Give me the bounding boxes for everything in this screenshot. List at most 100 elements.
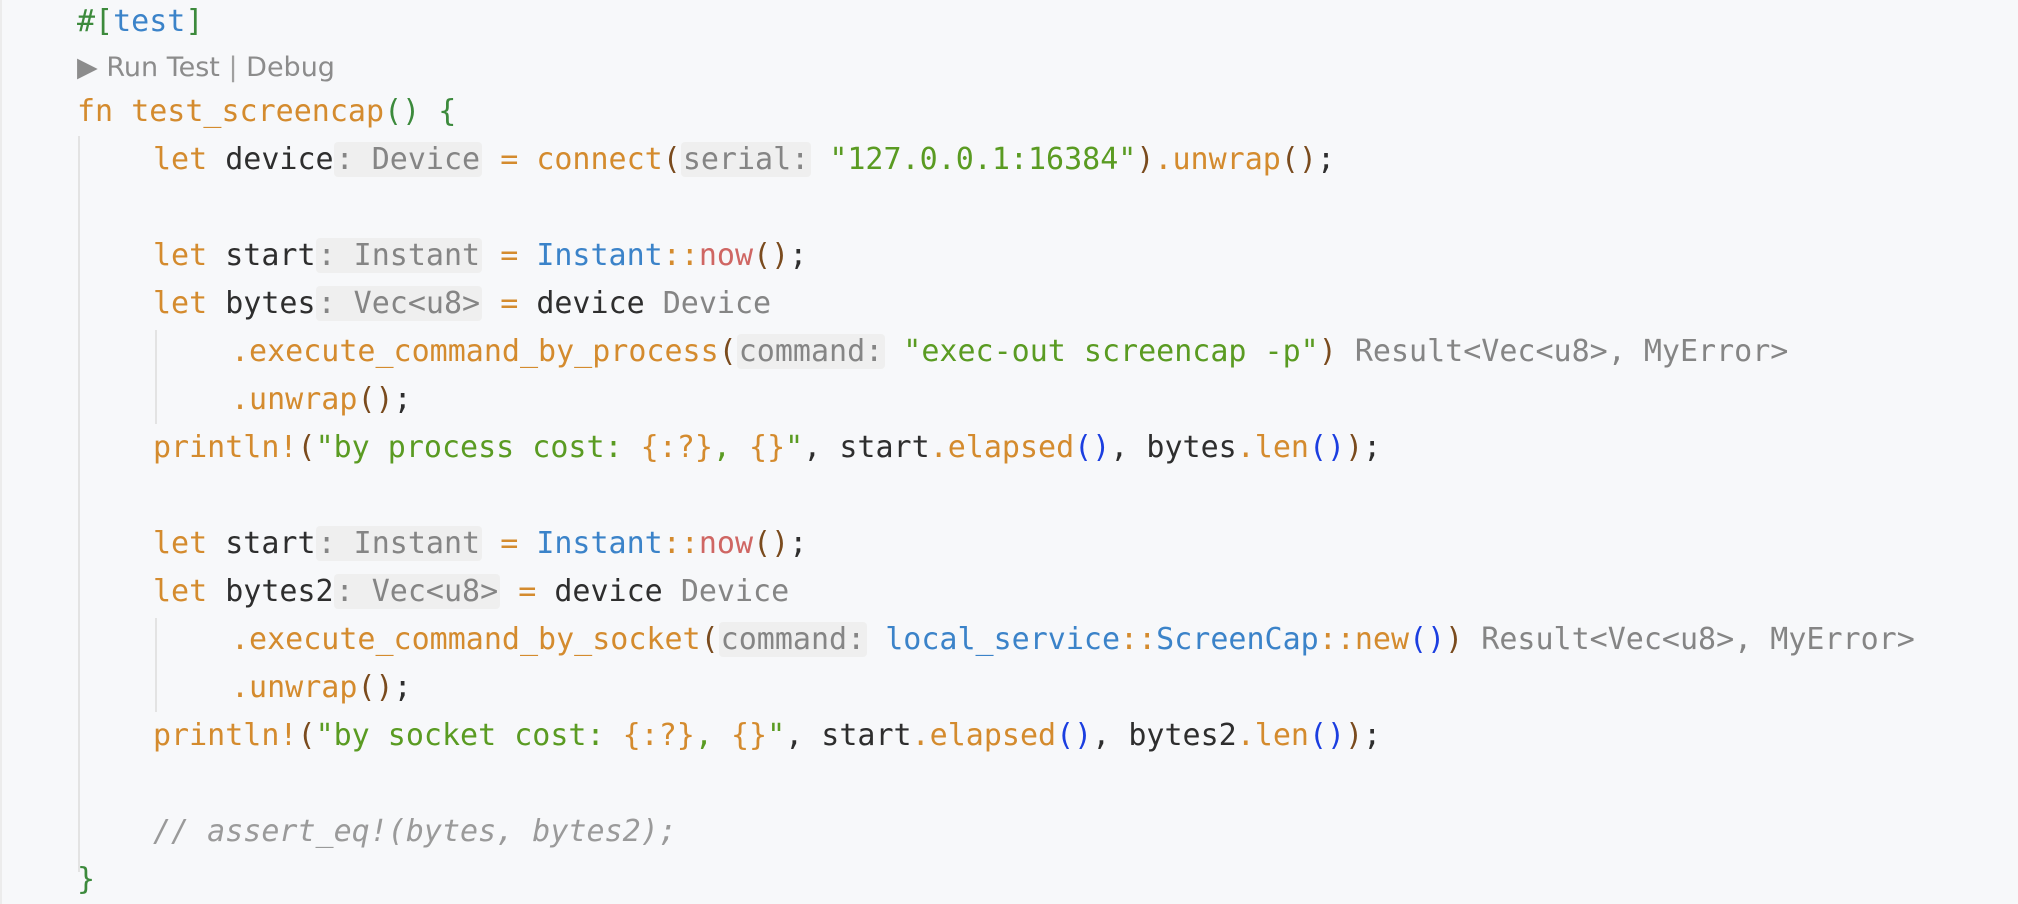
attribute-close: ] — [185, 4, 204, 39]
type-hint: : Device — [333, 142, 483, 177]
method-unwrap: .unwrap — [1154, 142, 1281, 177]
receiver-device: device — [554, 574, 663, 609]
code-line-unwrap-1[interactable]: .unwrap(); — [231, 376, 412, 424]
assign-op: = — [500, 286, 519, 321]
code-line-unwrap-2[interactable]: .unwrap(); — [231, 664, 412, 712]
path-separator: :: — [662, 526, 699, 561]
fn-parens: () — [384, 94, 421, 129]
semicolon: ; — [393, 382, 412, 417]
code-line-let-bytes[interactable]: let bytes: Vec<u8> = device Device — [153, 280, 771, 328]
paren-open: ( — [662, 142, 681, 177]
var-device: device — [225, 142, 334, 177]
paren-pair: () — [1308, 718, 1346, 753]
path-separator: :: — [662, 238, 699, 273]
semicolon: ; — [789, 238, 808, 273]
paren-close: ) — [1445, 622, 1464, 657]
path-separator: :: — [1318, 622, 1355, 657]
string-end: " — [785, 430, 804, 465]
gutter-rule — [0, 0, 2, 904]
code-editor[interactable]: #[test] ▶ Run Test | Debug fn test_scree… — [0, 0, 2018, 904]
debug-link[interactable]: Debug — [246, 52, 335, 83]
code-line-let-bytes2[interactable]: let bytes2: Vec<u8> = device Device — [153, 568, 789, 616]
code-line-comment[interactable]: // assert_eq!(bytes, bytes2); — [153, 808, 677, 856]
assign-op: = — [500, 526, 519, 561]
macro-println: println! — [153, 430, 298, 465]
code-line-fn-signature[interactable]: fn test_screencap() { — [77, 88, 456, 136]
type-hint: : Vec<u8> — [315, 286, 483, 321]
receiver-device: device — [536, 286, 645, 321]
semicolon: ; — [1316, 142, 1336, 177]
paren-pair: () — [1308, 430, 1346, 465]
result-type-hint: Result<Vec<u8>, MyError> — [1354, 334, 1789, 369]
string-start: "by socket cost: — [315, 718, 623, 753]
ident-start: start — [839, 430, 930, 465]
method-elapsed: .elapsed — [911, 718, 1057, 753]
fn-now: now — [698, 526, 754, 561]
path-separator: :: — [1120, 622, 1157, 657]
string-start: "by process cost: — [315, 430, 641, 465]
method-len: .len — [1236, 430, 1309, 465]
type-hint: : Vec<u8> — [333, 574, 501, 609]
let-keyword: let — [153, 238, 208, 273]
string-end: " — [767, 718, 786, 753]
let-keyword: let — [153, 286, 208, 321]
param-hint-command: command: — [718, 622, 868, 657]
run-icon[interactable]: ▶ — [77, 52, 98, 83]
method-unwrap: .unwrap — [231, 382, 358, 417]
paren-pair: () — [753, 238, 790, 273]
string-literal: "127.0.0.1:16384" — [829, 142, 1137, 177]
let-keyword: let — [153, 574, 208, 609]
code-line-exec-socket[interactable]: .execute_command_by_socket(command: loca… — [231, 616, 1915, 664]
comma: , — [1092, 718, 1129, 753]
fn-keyword: fn — [77, 94, 114, 129]
string-mid: , — [694, 718, 731, 753]
format-display: {} — [749, 430, 786, 465]
method-elapsed: .elapsed — [929, 430, 1075, 465]
indent-guide-fn-body — [78, 136, 80, 872]
ident-bytes: bytes — [1146, 430, 1237, 465]
ident-start: start — [821, 718, 912, 753]
indent-guide-chain-process — [155, 330, 157, 424]
attribute-name: test — [113, 4, 186, 39]
code-line-let-start-1[interactable]: let start: Instant = Instant::now(); — [153, 232, 807, 280]
paren-close: ) — [1345, 718, 1364, 753]
comma: , — [785, 718, 822, 753]
indent-guide-chain-socket — [155, 618, 157, 712]
comment-text: // assert_eq!(bytes, bytes2); — [153, 814, 677, 849]
open-brace: { — [438, 94, 457, 129]
ident-bytes2: bytes2 — [1128, 718, 1237, 753]
type-instant: Instant — [536, 238, 663, 273]
param-hint-command: command: — [736, 334, 886, 369]
type-hint: : Instant — [315, 238, 483, 273]
paren-pair: () — [1056, 718, 1093, 753]
method-unwrap: .unwrap — [231, 670, 358, 705]
method-len: .len — [1236, 718, 1309, 753]
paren-open: ( — [718, 334, 737, 369]
module-local-service: local_service — [885, 622, 1121, 657]
fn-connect: connect — [536, 142, 663, 177]
code-line-println-socket[interactable]: println!("by socket cost: {:?}, {}", sta… — [153, 712, 1381, 760]
code-line-let-start-2[interactable]: let start: Instant = Instant::now(); — [153, 520, 807, 568]
receiver-type-hint: Device — [680, 574, 790, 609]
string-mid: , — [712, 430, 750, 465]
result-type-hint: Result<Vec<u8>, MyError> — [1481, 622, 1915, 657]
paren-pair: () — [357, 670, 394, 705]
paren-pair: () — [1280, 142, 1317, 177]
paren-pair: () — [1409, 622, 1446, 657]
comma: , — [1110, 430, 1147, 465]
paren-pair: () — [753, 526, 790, 561]
paren-open: ( — [700, 622, 719, 657]
format-display: {} — [730, 718, 768, 753]
paren-close: ) — [1136, 142, 1155, 177]
run-test-link[interactable]: Run Test — [106, 52, 220, 83]
format-debug: {:?} — [622, 718, 695, 753]
code-line-attribute[interactable]: #[test] — [77, 0, 203, 46]
code-line-close-brace[interactable]: } — [77, 856, 95, 904]
code-line-exec-process[interactable]: .execute_command_by_process(command: "ex… — [231, 328, 1788, 376]
assign-op: = — [500, 238, 519, 273]
semicolon: ; — [393, 670, 412, 705]
code-line-let-device[interactable]: let device: Device = connect(serial: "12… — [153, 136, 1335, 184]
code-line-println-process[interactable]: println!("by process cost: {:?}, {}", st… — [153, 424, 1381, 472]
assign-op: = — [500, 142, 519, 177]
type-instant: Instant — [536, 526, 663, 561]
